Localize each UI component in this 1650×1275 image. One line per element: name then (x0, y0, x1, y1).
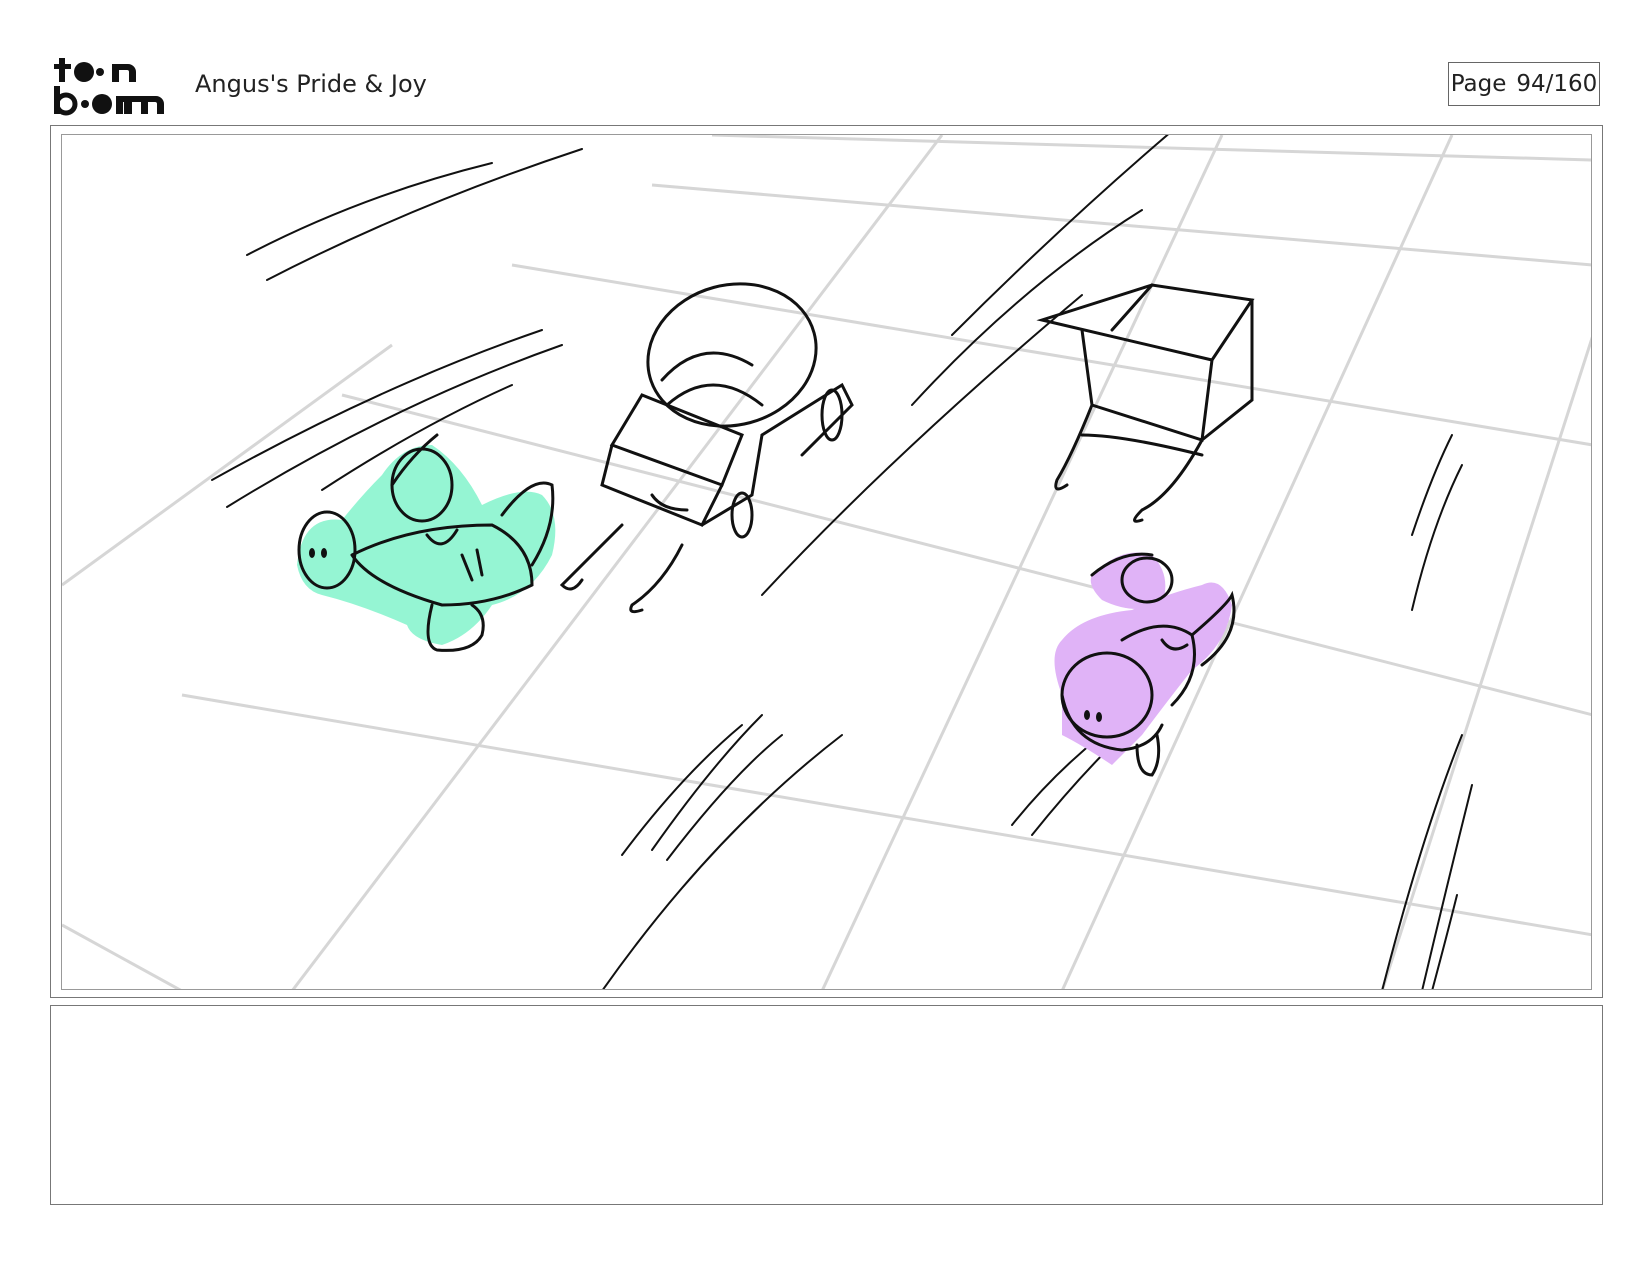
toon-boom-logo-mark (54, 58, 164, 116)
cement-mixer-sketch (559, 282, 854, 614)
panel-caption-box (50, 1005, 1603, 1205)
sketch-drawing (62, 135, 1591, 989)
page-label: Page (1450, 71, 1507, 97)
cart-sketch (1036, 283, 1255, 523)
page-indicator: Page 94/160 (1448, 62, 1600, 106)
floor-grid (62, 135, 1591, 989)
green-plane-character (297, 433, 556, 652)
page-number: 94/160 (1516, 71, 1598, 97)
purple-plane-character (1054, 552, 1236, 777)
storyboard-panel-image (61, 134, 1592, 990)
toon-boom-logo (52, 54, 172, 116)
project-title: Angus's Pride & Joy (195, 70, 427, 98)
